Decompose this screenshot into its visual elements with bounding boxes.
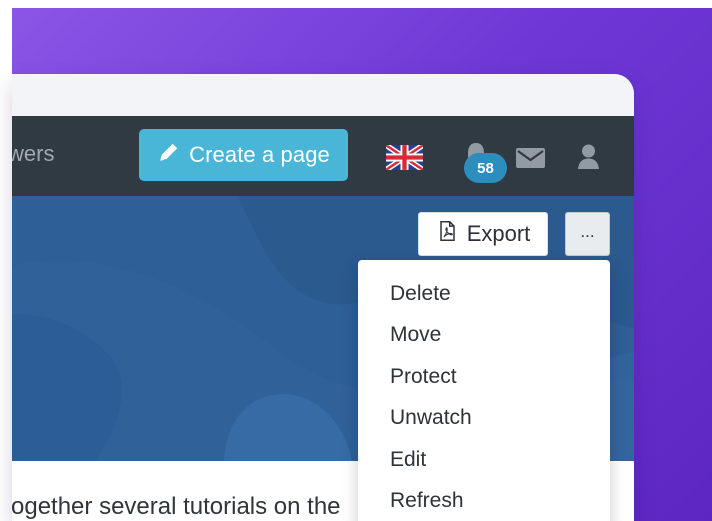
more-actions-button[interactable]: ... bbox=[565, 212, 610, 256]
nav-link-partial[interactable]: wers bbox=[12, 141, 54, 167]
create-page-button[interactable]: Create a page bbox=[139, 129, 348, 181]
uk-flag-icon[interactable] bbox=[386, 145, 423, 170]
menu-item-refresh[interactable]: Refresh bbox=[358, 481, 610, 521]
notification-count-badge: 58 bbox=[464, 153, 507, 183]
menu-item-unwatch[interactable]: Unwatch bbox=[358, 398, 610, 440]
app-window: wers Create a page 58 Export ... ogether… bbox=[12, 74, 634, 521]
screenshot-stage: wers Create a page 58 Export ... ogether… bbox=[0, 0, 712, 521]
menu-item-delete[interactable]: Delete bbox=[358, 273, 610, 315]
pdf-icon bbox=[436, 220, 458, 248]
export-label: Export bbox=[466, 221, 531, 246]
menu-item-protect[interactable]: Protect bbox=[358, 356, 610, 398]
topbar: wers Create a page 58 bbox=[12, 116, 634, 196]
create-page-label: Create a page bbox=[189, 142, 330, 167]
menu-item-move[interactable]: Move bbox=[358, 315, 610, 357]
export-button[interactable]: Export bbox=[418, 212, 548, 256]
mail-icon[interactable] bbox=[515, 146, 546, 170]
window-top-strip bbox=[12, 74, 634, 117]
article-text-partial: ogether several tutorials on the bbox=[12, 493, 341, 520]
more-actions-menu: Delete Move Protect Unwatch Edit Refresh bbox=[358, 260, 610, 521]
pencil-icon bbox=[157, 140, 181, 170]
user-icon[interactable] bbox=[576, 143, 601, 170]
menu-item-edit[interactable]: Edit bbox=[358, 439, 610, 481]
